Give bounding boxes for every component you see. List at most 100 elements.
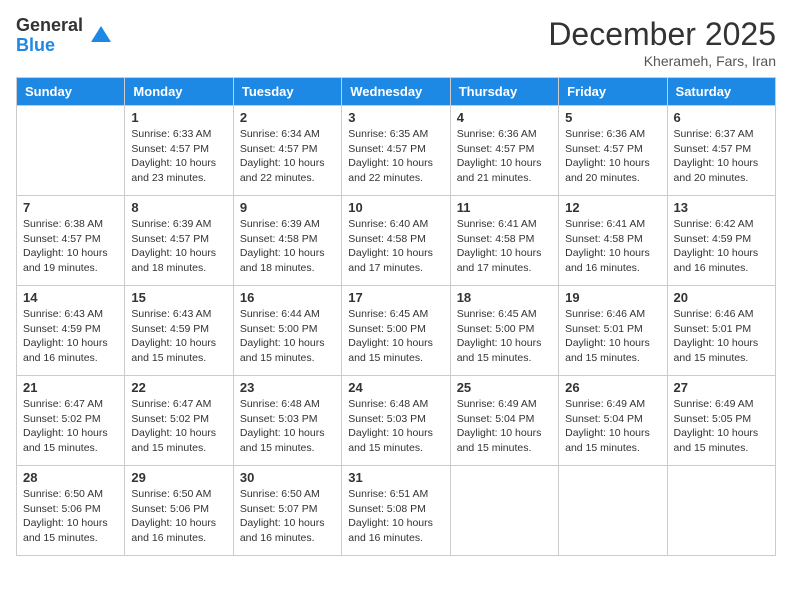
day-number: 16 [240,290,335,305]
day-number: 19 [565,290,660,305]
logo: General Blue [16,16,115,56]
calendar-cell: 7 Sunrise: 6:38 AM Sunset: 4:57 PM Daylig… [17,196,125,286]
day-info: Sunrise: 6:49 AM Sunset: 5:04 PM Dayligh… [457,397,552,456]
day-number: 18 [457,290,552,305]
day-info: Sunrise: 6:50 AM Sunset: 5:06 PM Dayligh… [23,487,118,546]
calendar-cell: 6Sunrise: 6:37 AM Sunset: 4:57 PM Daylig… [667,106,775,196]
day-info: Sunrise: 6:34 AM Sunset: 4:57 PM Dayligh… [240,127,335,186]
day-info: Sunrise: 6:41 AM Sunset: 4:58 PM Dayligh… [457,217,552,276]
calendar-cell: 29Sunrise: 6:50 AM Sunset: 5:06 PM Dayli… [125,466,233,556]
calendar-cell: 3Sunrise: 6:35 AM Sunset: 4:57 PM Daylig… [342,106,450,196]
day-info: Sunrise: 6:38 AM Sunset: 4:57 PM Dayligh… [23,217,118,276]
day-info: Sunrise: 6:36 AM Sunset: 4:57 PM Dayligh… [457,127,552,186]
day-info: Sunrise: 6:39 AM Sunset: 4:57 PM Dayligh… [131,217,226,276]
week-row-4: 21Sunrise: 6:47 AM Sunset: 5:02 PM Dayli… [17,376,776,466]
day-info: Sunrise: 6:50 AM Sunset: 5:07 PM Dayligh… [240,487,335,546]
day-number: 24 [348,380,443,395]
day-number: 29 [131,470,226,485]
calendar-cell: 25Sunrise: 6:49 AM Sunset: 5:04 PM Dayli… [450,376,558,466]
calendar-cell: 20Sunrise: 6:46 AM Sunset: 5:01 PM Dayli… [667,286,775,376]
location-subtitle: Kherameh, Fars, Iran [548,53,776,69]
calendar-cell: 14 Sunrise: 6:43 AM Sunset: 4:59 PM Dayli… [17,286,125,376]
week-row-3: 14 Sunrise: 6:43 AM Sunset: 4:59 PM Dayli… [17,286,776,376]
day-number: 12 [565,200,660,215]
calendar-cell [450,466,558,556]
day-info: Sunrise: 6:49 AM Sunset: 5:05 PM Dayligh… [674,397,769,456]
calendar-cell: 17Sunrise: 6:45 AM Sunset: 5:00 PM Dayli… [342,286,450,376]
day-info: Sunrise: 6:36 AM Sunset: 4:57 PM Dayligh… [565,127,660,186]
day-number: 2 [240,110,335,125]
day-number: 5 [565,110,660,125]
calendar-cell [17,106,125,196]
day-info: Sunrise: 6:51 AM Sunset: 5:08 PM Dayligh… [348,487,443,546]
day-info: Sunrise: 6:41 AM Sunset: 4:58 PM Dayligh… [565,217,660,276]
calendar-cell: 5 Sunrise: 6:36 AM Sunset: 4:57 PM Daylig… [559,106,667,196]
day-header-saturday: Saturday [667,78,775,106]
day-info: Sunrise: 6:47 AM Sunset: 5:02 PM Dayligh… [23,397,118,456]
day-number: 26 [565,380,660,395]
day-info: Sunrise: 6:43 AM Sunset: 4:59 PM Dayligh… [131,307,226,366]
calendar-cell: 30Sunrise: 6:50 AM Sunset: 5:07 PM Dayli… [233,466,341,556]
calendar-cell: 31 Sunrise: 6:51 AM Sunset: 5:08 PM Dayli… [342,466,450,556]
day-info: Sunrise: 6:40 AM Sunset: 4:58 PM Dayligh… [348,217,443,276]
day-number: 20 [674,290,769,305]
day-number: 14 [23,290,118,305]
day-header-monday: Monday [125,78,233,106]
week-row-5: 28Sunrise: 6:50 AM Sunset: 5:06 PM Dayli… [17,466,776,556]
calendar-cell: 12 Sunrise: 6:41 AM Sunset: 4:58 PM Dayli… [559,196,667,286]
day-number: 8 [131,200,226,215]
day-info: Sunrise: 6:42 AM Sunset: 4:59 PM Dayligh… [674,217,769,276]
calendar-cell: 19 Sunrise: 6:46 AM Sunset: 5:01 PM Dayli… [559,286,667,376]
logo-general-text: General [16,16,83,36]
day-number: 9 [240,200,335,215]
calendar-cell: 26 Sunrise: 6:49 AM Sunset: 5:04 PM Dayli… [559,376,667,466]
calendar-cell: 24Sunrise: 6:48 AM Sunset: 5:03 PM Dayli… [342,376,450,466]
day-number: 10 [348,200,443,215]
calendar-cell: 13Sunrise: 6:42 AM Sunset: 4:59 PM Dayli… [667,196,775,286]
calendar-cell: 21Sunrise: 6:47 AM Sunset: 5:02 PM Dayli… [17,376,125,466]
week-row-2: 7 Sunrise: 6:38 AM Sunset: 4:57 PM Daylig… [17,196,776,286]
day-number: 23 [240,380,335,395]
calendar-cell [559,466,667,556]
day-info: Sunrise: 6:33 AM Sunset: 4:57 PM Dayligh… [131,127,226,186]
day-info: Sunrise: 6:46 AM Sunset: 5:01 PM Dayligh… [565,307,660,366]
header-row: SundayMondayTuesdayWednesdayThursdayFrid… [17,78,776,106]
day-info: Sunrise: 6:49 AM Sunset: 5:04 PM Dayligh… [565,397,660,456]
calendar-table: SundayMondayTuesdayWednesdayThursdayFrid… [16,77,776,556]
calendar-cell: 23 Sunrise: 6:48 AM Sunset: 5:03 PM Dayli… [233,376,341,466]
month-title: December 2025 [548,16,776,53]
day-info: Sunrise: 6:37 AM Sunset: 4:57 PM Dayligh… [674,127,769,186]
calendar-cell: 4 Sunrise: 6:36 AM Sunset: 4:57 PM Daylig… [450,106,558,196]
calendar-cell: 28Sunrise: 6:50 AM Sunset: 5:06 PM Dayli… [17,466,125,556]
day-info: Sunrise: 6:35 AM Sunset: 4:57 PM Dayligh… [348,127,443,186]
calendar-cell: 16 Sunrise: 6:44 AM Sunset: 5:00 PM Dayli… [233,286,341,376]
day-number: 15 [131,290,226,305]
day-info: Sunrise: 6:45 AM Sunset: 5:00 PM Dayligh… [457,307,552,366]
day-number: 31 [348,470,443,485]
week-row-1: 1Sunrise: 6:33 AM Sunset: 4:57 PM Daylig… [17,106,776,196]
day-number: 4 [457,110,552,125]
day-header-thursday: Thursday [450,78,558,106]
day-header-tuesday: Tuesday [233,78,341,106]
day-info: Sunrise: 6:47 AM Sunset: 5:02 PM Dayligh… [131,397,226,456]
day-number: 22 [131,380,226,395]
day-header-wednesday: Wednesday [342,78,450,106]
logo-blue-text: Blue [16,36,83,56]
day-info: Sunrise: 6:44 AM Sunset: 5:00 PM Dayligh… [240,307,335,366]
calendar-cell: 18 Sunrise: 6:45 AM Sunset: 5:00 PM Dayli… [450,286,558,376]
calendar-cell: 10 Sunrise: 6:40 AM Sunset: 4:58 PM Dayli… [342,196,450,286]
day-number: 17 [348,290,443,305]
page-header: General Blue December 2025 Kherameh, Far… [16,16,776,69]
day-info: Sunrise: 6:39 AM Sunset: 4:58 PM Dayligh… [240,217,335,276]
calendar-cell: 22 Sunrise: 6:47 AM Sunset: 5:02 PM Dayli… [125,376,233,466]
calendar-cell: 9 Sunrise: 6:39 AM Sunset: 4:58 PM Daylig… [233,196,341,286]
day-number: 7 [23,200,118,215]
calendar-cell: 1Sunrise: 6:33 AM Sunset: 4:57 PM Daylig… [125,106,233,196]
day-info: Sunrise: 6:48 AM Sunset: 5:03 PM Dayligh… [240,397,335,456]
calendar-cell: 8 Sunrise: 6:39 AM Sunset: 4:57 PM Daylig… [125,196,233,286]
day-info: Sunrise: 6:43 AM Sunset: 4:59 PM Dayligh… [23,307,118,366]
calendar-cell: 27Sunrise: 6:49 AM Sunset: 5:05 PM Dayli… [667,376,775,466]
day-header-friday: Friday [559,78,667,106]
day-header-sunday: Sunday [17,78,125,106]
calendar-cell: 15 Sunrise: 6:43 AM Sunset: 4:59 PM Dayli… [125,286,233,376]
